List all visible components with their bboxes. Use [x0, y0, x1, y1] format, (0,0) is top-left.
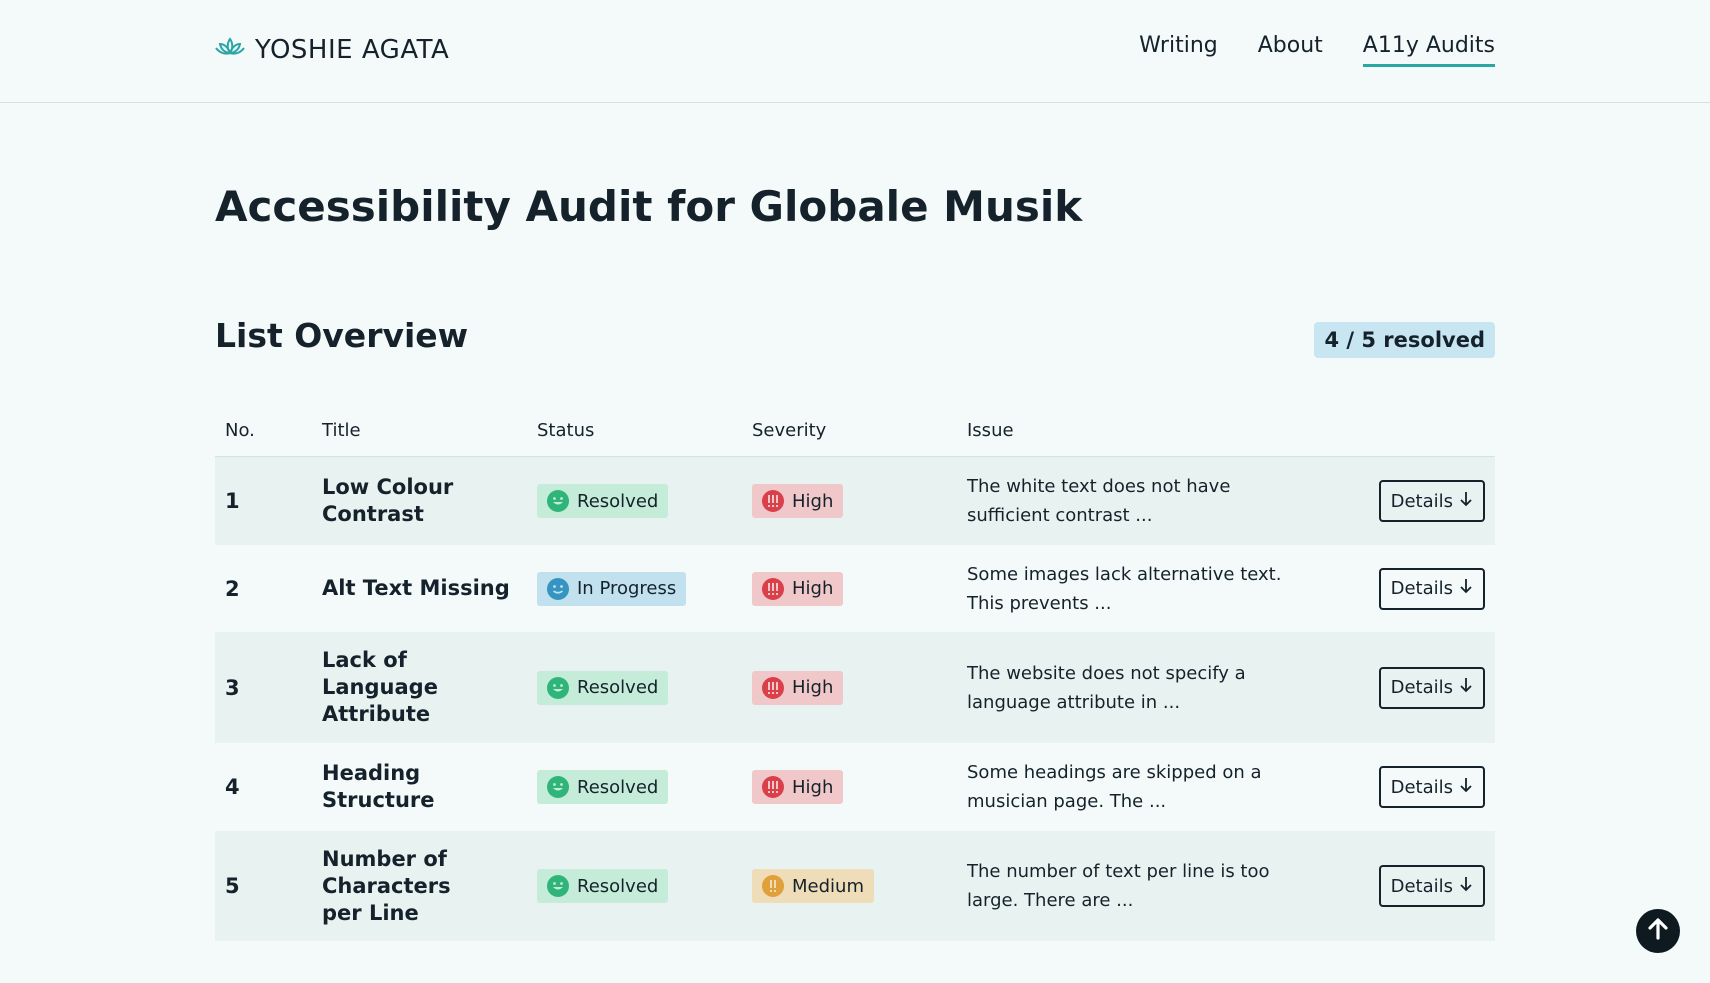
- row-issue: Some images lack alternative text. This …: [967, 563, 1282, 614]
- status-label: Resolved: [577, 677, 659, 698]
- status-badge: In Progress: [537, 571, 687, 606]
- table-row: 4 Heading Structure Resolved High Some h…: [215, 743, 1495, 831]
- table-row: 5 Number of Characters per Line Resolved…: [215, 831, 1495, 941]
- row-title: Number of Characters per Line: [322, 846, 451, 925]
- status-label: Resolved: [577, 490, 659, 512]
- table-row: 2 Alt Text Missing In Progress High Some…: [215, 545, 1495, 632]
- row-title: Alt Text Missing: [322, 576, 510, 600]
- nav-writing[interactable]: Writing: [1139, 33, 1218, 67]
- details-button[interactable]: Details: [1378, 567, 1485, 610]
- arrow-down-icon: [1459, 677, 1473, 698]
- severity-label: High: [792, 776, 834, 798]
- column-header-no: No.: [225, 420, 255, 441]
- column-header-status: Status: [537, 420, 595, 441]
- status-badge: Resolved: [537, 869, 669, 903]
- status-badge: Resolved: [537, 670, 669, 705]
- severity-badge: High: [752, 670, 844, 705]
- audit-table: No. Title Status Severity Issue 1 Low Co…: [215, 405, 1495, 941]
- back-to-top-button[interactable]: [1636, 909, 1680, 953]
- overview-heading: List Overview: [215, 316, 469, 355]
- severity-badge: High: [752, 770, 844, 804]
- severity-label: High: [792, 578, 834, 599]
- exclamation-triple-icon: [762, 776, 784, 798]
- page-title: Accessibility Audit for Globale Musik: [215, 182, 1083, 231]
- table-row: 3 Lack of Language Attribute Resolved Hi…: [215, 632, 1495, 743]
- table-header: No. Title Status Severity Issue: [215, 405, 1495, 457]
- exclamation-triple-icon: [762, 577, 784, 600]
- arrow-down-icon: [1459, 876, 1473, 897]
- row-title: Low Colour Contrast: [322, 475, 454, 526]
- status-label: Resolved: [577, 875, 659, 897]
- column-header-title: Title: [322, 420, 361, 441]
- row-number: 1: [225, 489, 240, 513]
- brand-logo[interactable]: YOSHIE AGATA: [215, 34, 449, 66]
- status-label: Resolved: [577, 776, 659, 798]
- severity-badge: High: [752, 484, 844, 518]
- row-issue: Some headings are skipped on a musician …: [967, 762, 1262, 812]
- nav-about[interactable]: About: [1258, 33, 1323, 67]
- status-badge: Resolved: [537, 770, 669, 804]
- row-number: 3: [225, 675, 240, 700]
- column-header-issue: Issue: [967, 420, 1014, 441]
- site-header: YOSHIE AGATA Writing About A11y Audits: [0, 0, 1710, 103]
- column-header-severity: Severity: [752, 420, 827, 441]
- details-button[interactable]: Details: [1378, 480, 1485, 522]
- smile-icon: [547, 577, 569, 600]
- smile-icon: [547, 490, 569, 512]
- details-button[interactable]: Details: [1378, 766, 1485, 808]
- arrow-down-icon: [1459, 777, 1473, 798]
- brand-name: YOSHIE AGATA: [255, 35, 450, 65]
- exclamation-triple-icon: [762, 676, 784, 699]
- arrow-up-icon: [1645, 916, 1671, 946]
- exclamation-double-icon: [762, 875, 784, 897]
- status-badge: Resolved: [537, 484, 669, 518]
- row-title: Lack of Language Attribute: [322, 648, 438, 726]
- status-label: In Progress: [577, 578, 677, 599]
- smile-icon: [547, 875, 569, 897]
- exclamation-triple-icon: [762, 490, 784, 512]
- nav-a11y-audits[interactable]: A11y Audits: [1362, 33, 1495, 67]
- severity-badge: Medium: [752, 869, 874, 903]
- row-title: Heading Structure: [322, 761, 435, 812]
- severity-badge: High: [752, 571, 844, 606]
- details-button[interactable]: Details: [1378, 865, 1485, 907]
- row-issue: The white text does not have sufficient …: [967, 476, 1231, 526]
- severity-label: High: [792, 490, 834, 512]
- table-row: 1 Low Colour Contrast Resolved High The …: [215, 457, 1495, 545]
- row-issue: The website does not specify a language …: [967, 662, 1246, 713]
- row-issue: The number of text per line is too large…: [967, 861, 1270, 911]
- severity-label: Medium: [792, 875, 864, 897]
- lotus-icon: [215, 35, 245, 65]
- main-nav: Writing About A11y Audits: [1139, 33, 1495, 67]
- smile-icon: [547, 676, 569, 699]
- arrow-down-icon: [1459, 491, 1473, 512]
- row-number: 5: [225, 874, 240, 898]
- resolved-count-badge: 4 / 5 resolved: [1314, 322, 1495, 358]
- arrow-down-icon: [1459, 578, 1473, 599]
- row-number: 4: [225, 775, 240, 799]
- severity-label: High: [792, 677, 834, 698]
- details-button[interactable]: Details: [1378, 666, 1485, 709]
- row-number: 2: [225, 576, 240, 601]
- smile-icon: [547, 776, 569, 798]
